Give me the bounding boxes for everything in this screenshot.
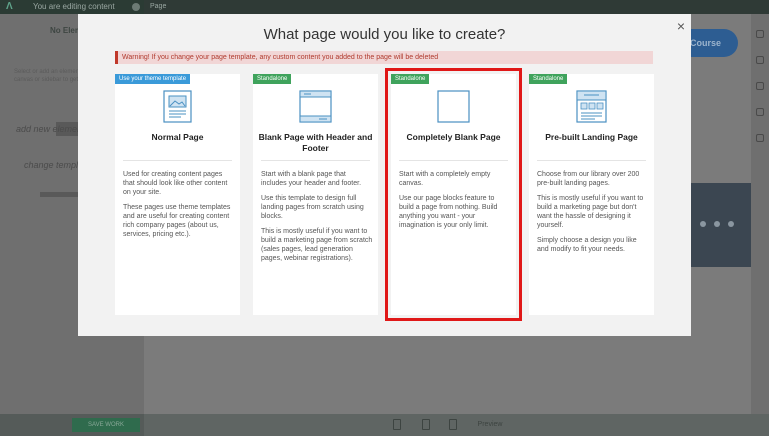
settings-icon[interactable] bbox=[756, 108, 764, 116]
divider bbox=[123, 160, 232, 161]
blank-page-icon bbox=[437, 90, 470, 123]
card-title: Normal Page bbox=[151, 132, 204, 142]
card-paragraph: Simply choose a design you like and modi… bbox=[537, 237, 637, 253]
right-toolbar bbox=[751, 14, 769, 414]
card-paragraph: This is mostly useful if you want to bui… bbox=[537, 195, 644, 229]
card-paragraph: Use our page blocks feature to build a p… bbox=[399, 195, 498, 229]
divider bbox=[399, 160, 508, 161]
card-badge: Standalone bbox=[391, 74, 430, 84]
card-paragraph: Start with a blank page that includes yo… bbox=[261, 171, 362, 187]
top-bar: You are editing content Λ Page bbox=[0, 0, 769, 14]
mobile-view-icon[interactable] bbox=[449, 419, 457, 430]
save-work-button[interactable]: SAVE WORK bbox=[72, 418, 140, 432]
card-paragraph: These pages use theme templates and are … bbox=[123, 204, 231, 238]
card-paragraph: This is mostly useful if you want to bui… bbox=[261, 228, 373, 262]
close-icon[interactable]: × bbox=[675, 19, 687, 33]
card-paragraph: Start with a completely empty canvas. bbox=[399, 171, 491, 187]
card-paragraph: Choose from our library over 200 pre-bui… bbox=[537, 171, 640, 187]
editing-indicator: You are editing content bbox=[0, 0, 144, 14]
youtube-icon[interactable] bbox=[728, 221, 734, 227]
editing-label: You are editing content bbox=[33, 2, 115, 11]
twitter-icon[interactable] bbox=[700, 221, 706, 227]
landing-page-icon bbox=[576, 90, 607, 123]
card-description: Start with a blank page that includes yo… bbox=[261, 170, 373, 269]
card-normal-page[interactable]: Use your theme template Normal Page Used… bbox=[115, 74, 240, 315]
divider bbox=[261, 160, 370, 161]
pinterest-icon[interactable] bbox=[714, 221, 720, 227]
header-footer-page-icon bbox=[299, 90, 332, 123]
card-paragraph: Use this template to design full landing… bbox=[261, 195, 364, 220]
link-icon[interactable] bbox=[756, 134, 764, 142]
card-badge: Standalone bbox=[529, 74, 568, 84]
card-prebuilt-landing[interactable]: Standalone Pre-built Landing Page Choose… bbox=[529, 74, 654, 315]
page-tab[interactable]: Page bbox=[146, 0, 170, 14]
tablet-view-icon[interactable] bbox=[422, 419, 430, 430]
preview-button[interactable]: Preview bbox=[470, 418, 510, 432]
card-blank-header-footer[interactable]: Standalone Blank Page with Header and Fo… bbox=[253, 74, 378, 315]
annotation-add-element: add new element bbox=[16, 124, 85, 134]
app-logo-icon: Λ bbox=[6, 1, 13, 12]
create-page-modal: What page would you like to create? × Wa… bbox=[78, 14, 691, 336]
layout-icon[interactable] bbox=[756, 30, 764, 38]
modal-title: What page would you like to create? bbox=[263, 26, 506, 43]
card-paragraph: Used for creating content pages that sho… bbox=[123, 171, 228, 196]
warning-banner: Warning! If you change your page templat… bbox=[115, 51, 653, 64]
bottom-bar: SAVE WORK Preview bbox=[0, 414, 769, 436]
info-icon[interactable] bbox=[132, 3, 140, 11]
edit-icon[interactable] bbox=[756, 56, 764, 64]
card-description: Start with a completely empty canvas. Us… bbox=[399, 170, 511, 236]
desktop-view-icon[interactable] bbox=[393, 419, 401, 430]
card-title: Completely Blank Page bbox=[406, 132, 501, 142]
card-badge: Use your theme template bbox=[115, 74, 191, 84]
divider bbox=[537, 160, 646, 161]
card-badge: Standalone bbox=[253, 74, 292, 84]
history-icon[interactable] bbox=[756, 82, 764, 90]
card-title: Blank Page with Header and Footer bbox=[258, 132, 373, 153]
page-with-image-icon bbox=[163, 90, 192, 123]
card-description: Used for creating content pages that sho… bbox=[123, 170, 235, 245]
footer-section bbox=[690, 183, 751, 267]
card-description: Choose from our library over 200 pre-bui… bbox=[537, 170, 649, 260]
card-completely-blank[interactable]: Standalone Completely Blank Page Start w… bbox=[385, 68, 522, 321]
course-button[interactable]: Course bbox=[690, 29, 738, 57]
course-button-label: Course bbox=[690, 38, 722, 48]
decorative-bar bbox=[40, 192, 80, 197]
card-title: Pre-built Landing Page bbox=[545, 132, 638, 142]
